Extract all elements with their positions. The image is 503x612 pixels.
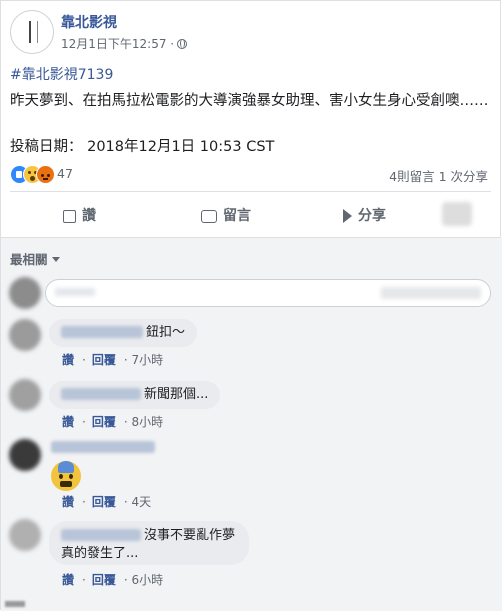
share-button[interactable]: 分享	[343, 205, 386, 225]
emoji-eye	[69, 474, 73, 479]
share-label: 分享	[358, 208, 386, 224]
comment-reply-link[interactable]: 回覆	[92, 573, 116, 587]
comment-reply-link[interactable]: 回覆	[92, 415, 116, 429]
comment-meta: 讚 · 回覆 · 8小時	[62, 415, 164, 429]
post-time-text[interactable]: 12月1日下午12:57 ·	[61, 37, 174, 51]
commenter-avatar[interactable]	[9, 439, 41, 471]
comment-time[interactable]: 6小時	[132, 573, 164, 587]
post-date-line: 投稿日期： 2018年12月1日 10:53 CST	[10, 139, 275, 155]
comment-input-placeholder	[55, 288, 95, 296]
emoji-eye	[59, 474, 63, 479]
comment-bubble: 鈕扣～	[49, 319, 198, 347]
post-as-avatar[interactable]	[442, 202, 472, 226]
comment-reply-link[interactable]: 回覆	[92, 495, 116, 509]
commenter-name[interactable]	[61, 388, 141, 400]
post-text: 昨天夢到、在拍馬拉松電影的大導演強暴女助理、害小女生身心受創噢……	[10, 93, 489, 109]
comment-sort-label: 最相關	[10, 252, 48, 267]
comment-like-link[interactable]: 讚	[62, 415, 74, 429]
comment-like-link[interactable]: 讚	[62, 353, 74, 367]
comment-meta: 讚 · 回覆 · 6小時	[62, 573, 164, 587]
commenter-name[interactable]	[51, 441, 155, 453]
comment-meta: 讚 · 回覆 · 4天	[62, 495, 152, 509]
comment-sort-dropdown[interactable]: 最相關	[10, 249, 60, 268]
comment-input-icons[interactable]	[381, 287, 481, 299]
comment-text: 新聞那個...	[144, 387, 209, 402]
commenter-avatar[interactable]	[9, 379, 41, 411]
comment-label: 留言	[223, 208, 251, 224]
like-label: 讚	[82, 208, 96, 224]
more-comments-link[interactable]	[5, 601, 25, 607]
commenter-avatar[interactable]	[9, 319, 41, 351]
thumbs-up-icon	[63, 210, 76, 223]
comment-like-link[interactable]: 讚	[62, 495, 74, 509]
comment-time[interactable]: 7小時	[132, 353, 164, 367]
post-hashtag[interactable]: #靠北影視7139	[10, 64, 113, 84]
fearful-face-emoji-icon	[51, 461, 81, 491]
comment-time[interactable]: 4天	[132, 495, 152, 509]
comment-meta: 讚 · 回覆 · 7小時	[62, 353, 164, 367]
reaction-count[interactable]: 47	[57, 166, 73, 181]
caret-down-icon	[51, 257, 60, 262]
post-timestamp[interactable]: 12月1日下午12:57 ·	[61, 35, 188, 52]
comment-text-line2: 真的發生了...	[61, 546, 139, 561]
globe-icon	[177, 39, 188, 49]
divider	[10, 191, 491, 192]
divider	[1, 237, 500, 238]
like-button[interactable]: 讚	[63, 205, 96, 225]
comment-icon	[201, 210, 217, 223]
comment-share-stats[interactable]: 4則留言 1 次分享	[389, 166, 488, 185]
comment-text-line1: 沒事不要亂作夢	[144, 528, 236, 543]
page-avatar[interactable]	[10, 10, 54, 54]
page-logo-icon	[29, 21, 38, 43]
comment-bubble: 沒事不要亂作夢 真的發生了...	[49, 521, 249, 565]
emoji-mouth	[60, 481, 72, 487]
page-name[interactable]: 靠北影視	[61, 12, 117, 32]
commenter-name[interactable]	[61, 529, 141, 541]
share-arrow-icon	[343, 209, 352, 223]
comment-button[interactable]: 留言	[201, 205, 251, 225]
commenter-name[interactable]	[61, 326, 143, 338]
current-user-avatar	[9, 277, 41, 309]
commenter-avatar[interactable]	[9, 519, 41, 551]
comment-time[interactable]: 8小時	[132, 415, 164, 429]
comment-like-link[interactable]: 讚	[62, 573, 74, 587]
comment-bubble: 新聞那個...	[49, 381, 221, 409]
angry-reaction-icon	[36, 165, 55, 184]
post-card: 靠北影視 12月1日下午12:57 · #靠北影視7139 昨天夢到、在拍馬拉松…	[0, 0, 502, 611]
comment-text: 鈕扣～	[146, 325, 186, 340]
comment-reply-link[interactable]: 回覆	[92, 353, 116, 367]
